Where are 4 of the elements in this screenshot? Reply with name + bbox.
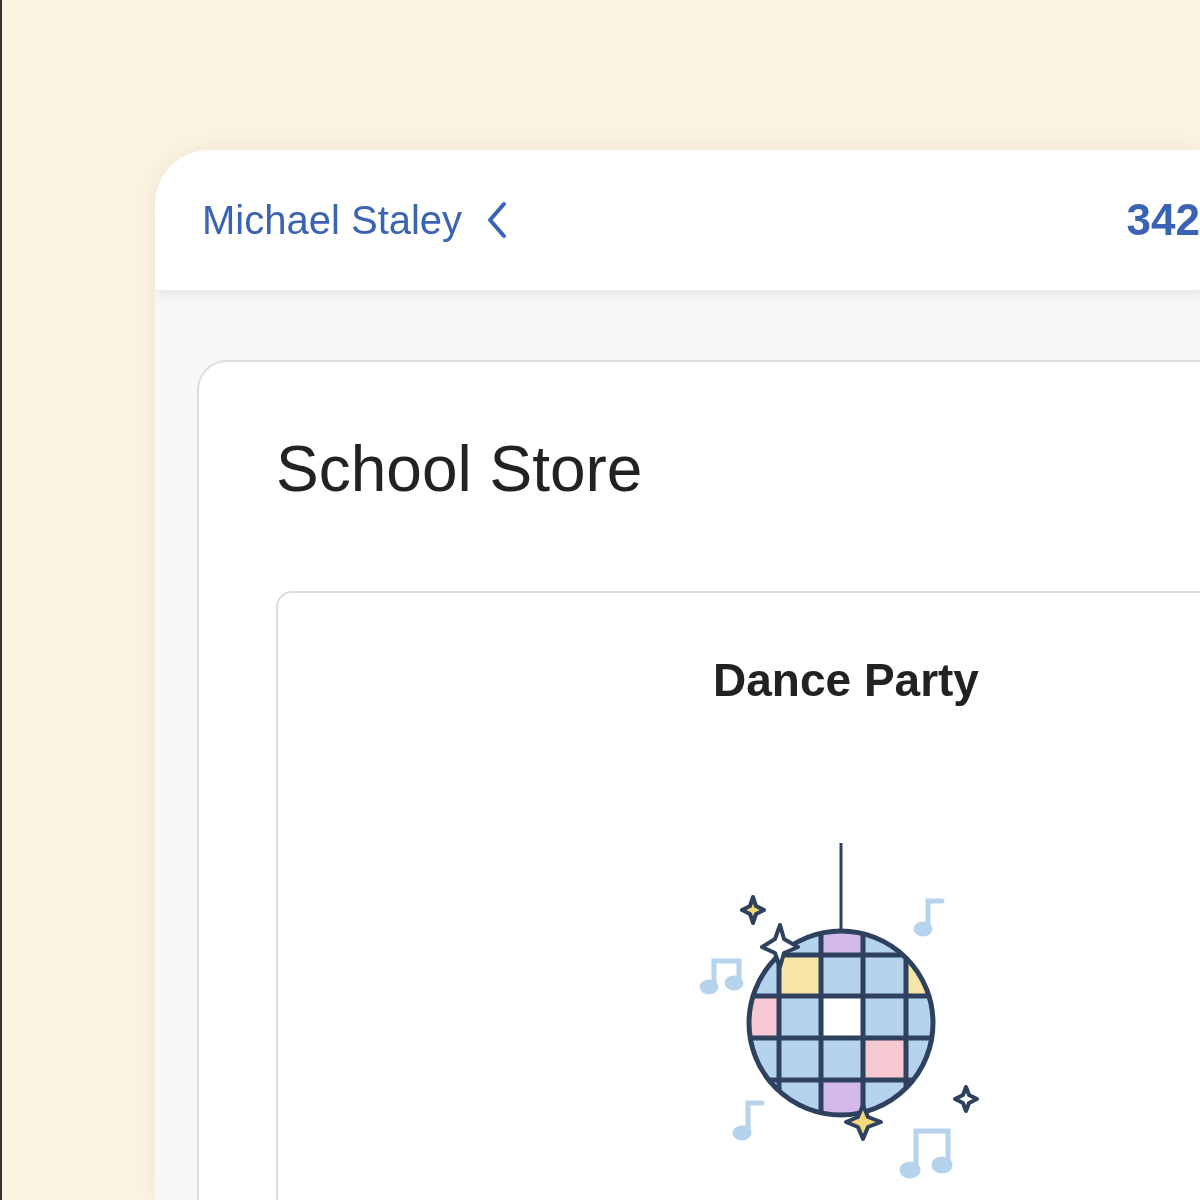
store-title: School Store — [276, 437, 644, 501]
item-card[interactable]: Dance Party — [276, 591, 1200, 1200]
points-count: 342 — [1126, 195, 1200, 245]
user-menu-button[interactable]: Michael Staley — [202, 197, 511, 243]
